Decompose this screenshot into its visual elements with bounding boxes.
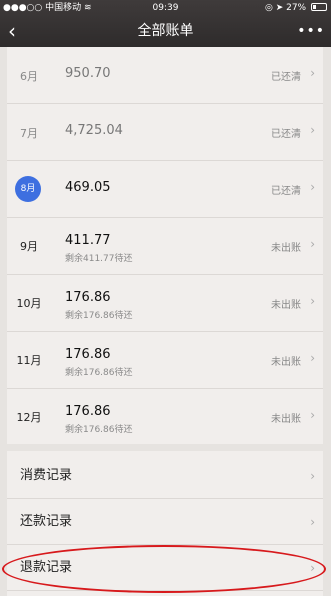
record-item[interactable]: 还款记录 › — [7, 499, 323, 545]
chevron-right-icon: › — [310, 123, 315, 137]
bill-row[interactable]: 8月 469.05 已还清 › — [7, 161, 323, 218]
page-title: 全部账单 — [137, 23, 194, 39]
bill-amount: 176.86 — [65, 347, 111, 362]
nav-bar: ‹ 全部账单 ••• — [0, 16, 331, 47]
location-icon: ➤ — [275, 3, 284, 13]
bill-row[interactable]: 6月 950.70 已还清 › — [7, 47, 323, 104]
bill-remaining: 剩余176.86待还 — [65, 368, 133, 378]
battery-icon — [311, 3, 327, 11]
record-label: 还款记录 — [20, 514, 73, 529]
chevron-right-icon: › — [310, 66, 315, 80]
record-item[interactable]: 消费记录 › — [7, 453, 323, 499]
bill-remaining: 剩余411.77待还 — [65, 254, 133, 264]
bill-row[interactable]: 10月 176.86 剩余176.86待还 未出账 › — [7, 275, 323, 332]
status-right: ◎ ➤ 27% — [265, 0, 327, 16]
current-month-badge: 8月 — [15, 176, 41, 202]
bill-month: 12月 — [16, 411, 42, 424]
bill-status: 未出账 — [271, 243, 301, 254]
bill-amount: 4,725.04 — [65, 123, 123, 138]
bill-status: 未出账 — [271, 357, 301, 368]
bill-row[interactable]: 9月 411.77 剩余411.77待还 未出账 › — [7, 218, 323, 275]
bill-month: 7月 — [20, 127, 38, 140]
bill-status: 未出账 — [271, 300, 301, 311]
record-label: 退款记录 — [20, 560, 73, 575]
record-list: 消费记录 › 还款记录 › 退款记录 › — [7, 451, 323, 596]
bill-status: 未出账 — [271, 414, 301, 425]
bill-remaining: 剩余176.86待还 — [65, 425, 133, 435]
bill-amount: 950.70 — [65, 66, 111, 81]
chevron-right-icon: › — [310, 237, 315, 251]
bill-amount: 411.77 — [65, 233, 111, 248]
battery-percent: 27% — [286, 3, 307, 13]
bill-status: 已还清 — [271, 186, 301, 197]
chevron-right-icon: › — [310, 561, 315, 575]
bill-amount: 176.86 — [65, 404, 111, 419]
bill-row[interactable]: 11月 176.86 剩余176.86待还 未出账 › — [7, 332, 323, 389]
chevron-right-icon: › — [310, 408, 315, 422]
bill-row[interactable]: 7月 4,725.04 已还清 › — [7, 104, 323, 161]
bill-amount: 469.05 — [65, 180, 111, 195]
more-icon[interactable]: ••• — [297, 16, 325, 47]
bill-month: 6月 — [20, 70, 38, 83]
bill-amount: 176.86 — [65, 290, 111, 305]
chevron-right-icon: › — [310, 515, 315, 529]
lock-rotation-icon: ◎ — [264, 3, 273, 13]
bill-row[interactable]: 12月 176.86 剩余176.86待还 未出账 › — [7, 389, 323, 446]
bill-remaining: 剩余176.86待还 — [65, 311, 133, 321]
record-label: 消费记录 — [20, 468, 73, 483]
bill-list: 6月 950.70 已还清 › 7月 4,725.04 已还清 › 8月 469.05 已还清 › 9月… — [7, 47, 323, 444]
chevron-right-icon: › — [310, 180, 315, 194]
bill-month: 11月 — [16, 354, 42, 367]
chevron-right-icon: › — [310, 294, 315, 308]
record-item[interactable]: 退款记录 › — [7, 545, 323, 591]
bill-status: 已还清 — [271, 72, 301, 83]
status-bar: ●●●○○ 中国移动 ≋ 09:39 ◎ ➤ 27% — [0, 0, 331, 16]
chevron-right-icon: › — [310, 351, 315, 365]
bill-month: 9月 — [20, 240, 38, 253]
chevron-right-icon: › — [310, 469, 315, 483]
bill-month: 10月 — [16, 297, 42, 310]
top-bar: ●●●○○ 中国移动 ≋ 09:39 ◎ ➤ 27% ‹ 全部账单 ••• — [0, 0, 331, 47]
bill-status: 已还清 — [271, 129, 301, 140]
